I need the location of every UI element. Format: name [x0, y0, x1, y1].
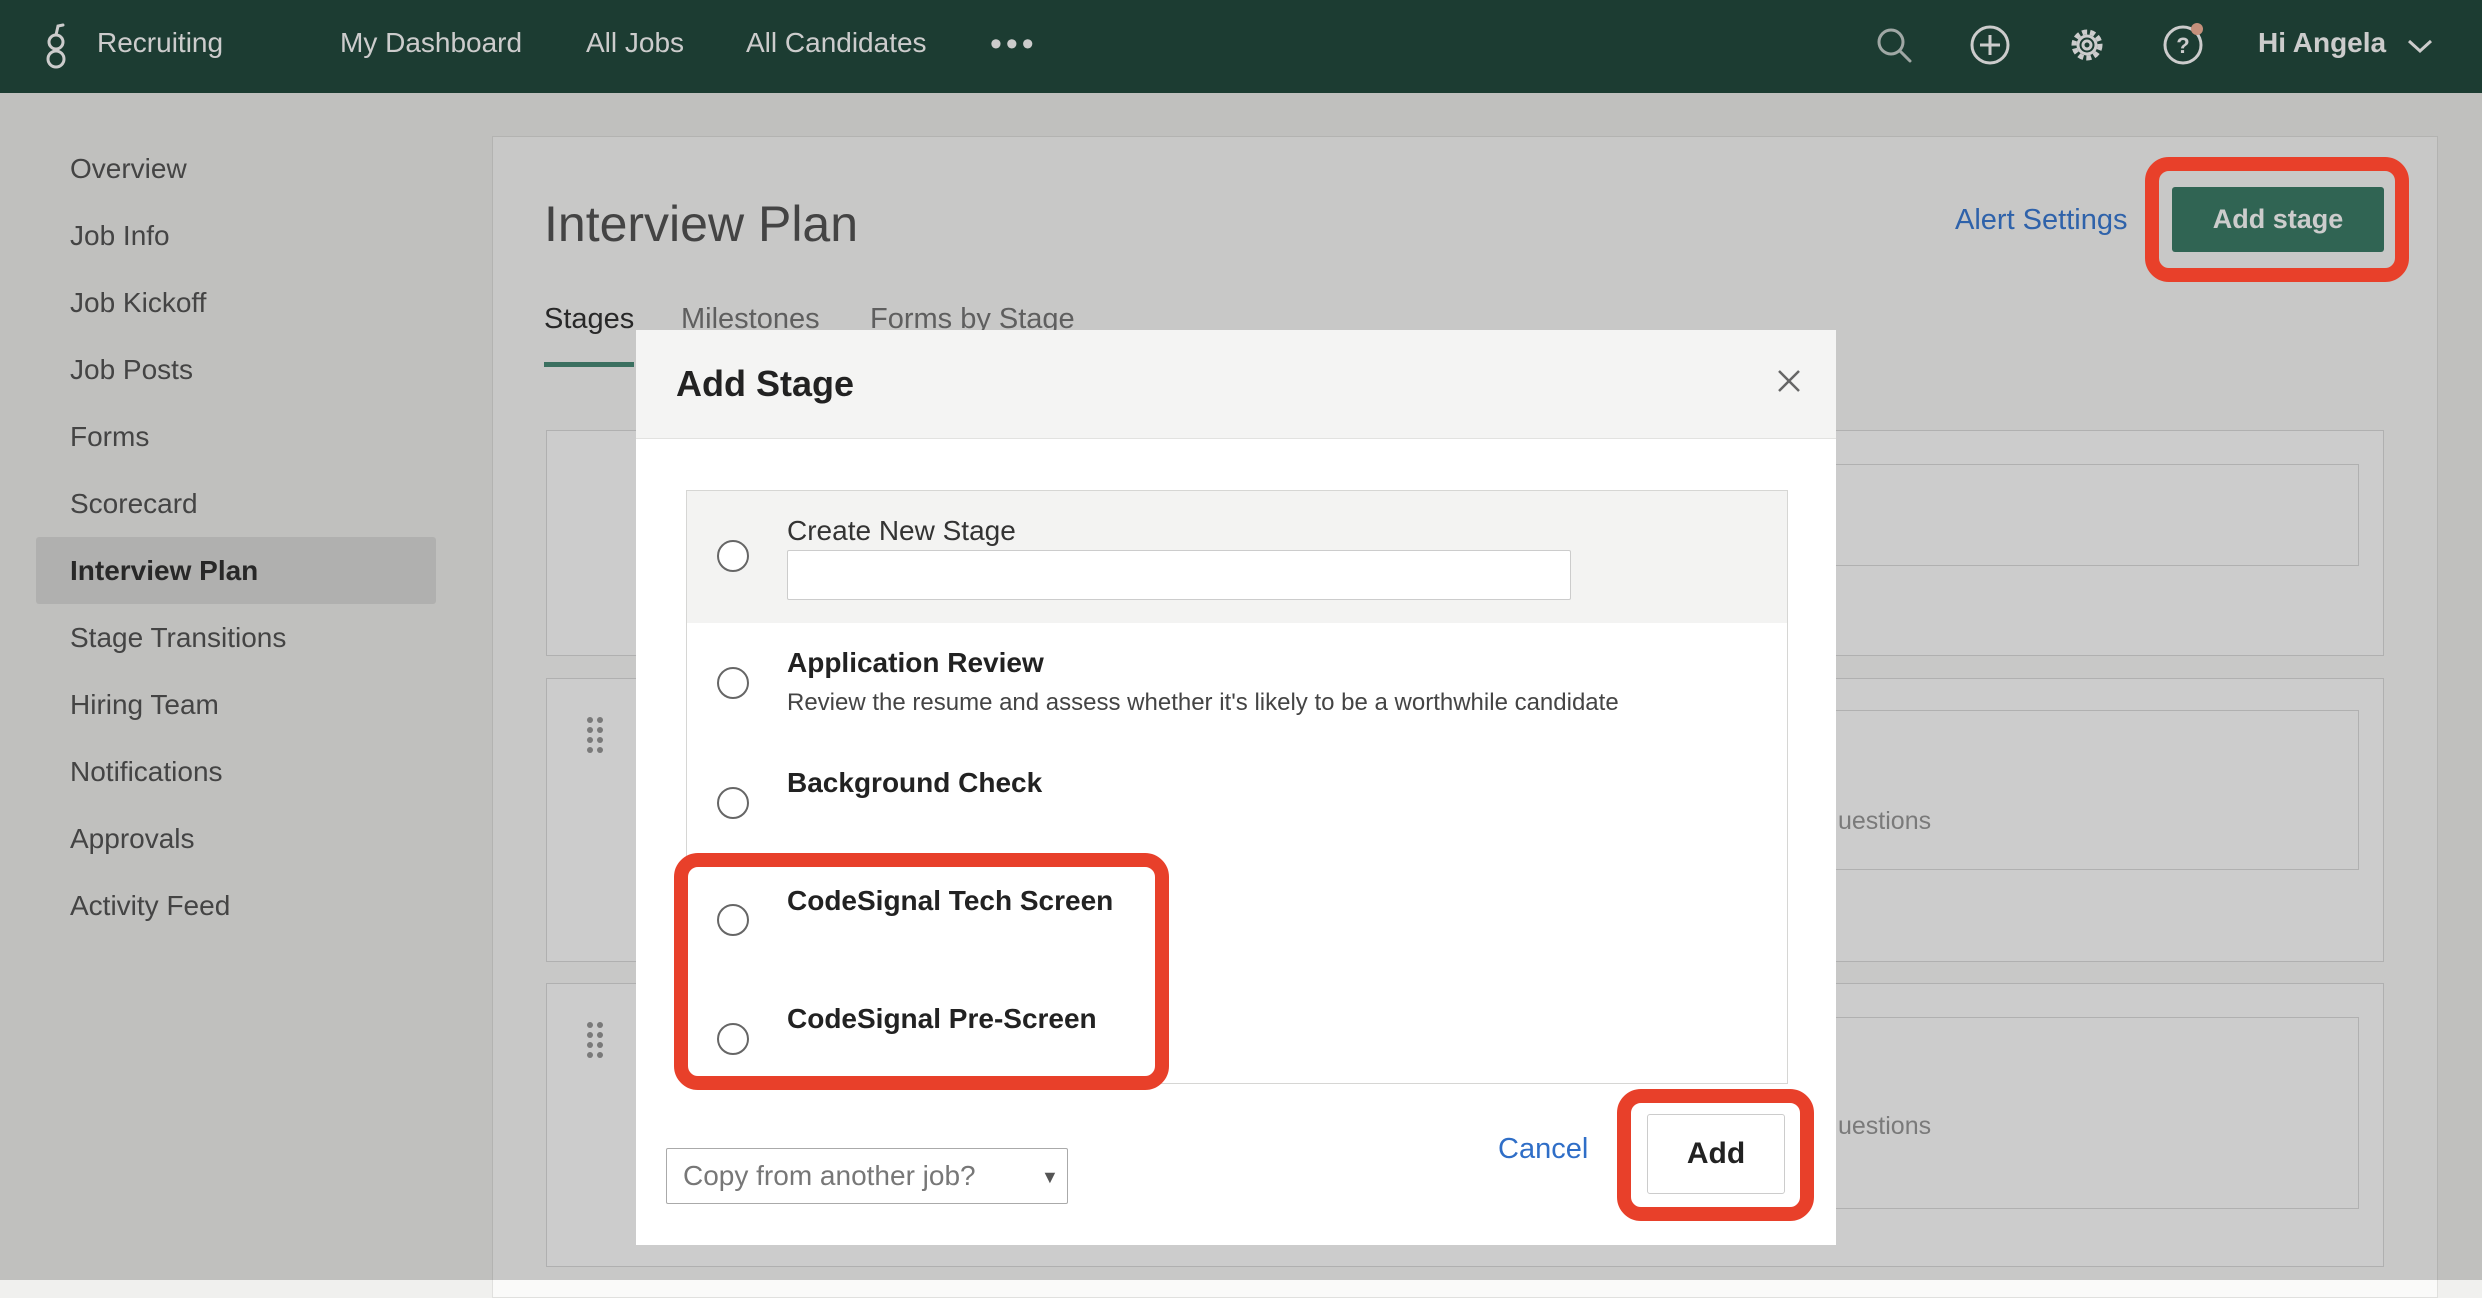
option-application-review[interactable]: Application Review Review the resume and… — [687, 623, 1787, 744]
copy-from-job-select[interactable]: Copy from another job? ▼ — [666, 1148, 1068, 1204]
cancel-button[interactable]: Cancel — [1498, 1133, 1588, 1166]
dropdown-arrow-icon: ▼ — [1041, 1167, 1059, 1187]
option-label: Create New Stage — [787, 515, 1016, 546]
option-label: Background Check — [787, 767, 1043, 798]
option-description: Review the resume and assess whether it'… — [787, 689, 1619, 716]
highlight-box-codesignal-options — [674, 853, 1169, 1090]
option-background-check[interactable]: Background Check — [687, 743, 1787, 862]
radio-button[interactable] — [717, 667, 749, 699]
new-stage-name-input[interactable] — [787, 550, 1571, 600]
highlight-box-add-stage — [2145, 157, 2409, 282]
option-label: Application Review — [787, 647, 1044, 678]
highlight-box-add-button — [1617, 1089, 1814, 1221]
radio-button[interactable] — [717, 540, 749, 572]
modal-header: Add Stage — [636, 330, 1836, 439]
modal-title: Add Stage — [676, 363, 855, 404]
copy-from-job-placeholder: Copy from another job? — [683, 1160, 976, 1191]
close-icon[interactable] — [1776, 368, 1802, 394]
option-create-new-stage[interactable]: Create New Stage — [687, 491, 1787, 624]
radio-button[interactable] — [717, 787, 749, 819]
